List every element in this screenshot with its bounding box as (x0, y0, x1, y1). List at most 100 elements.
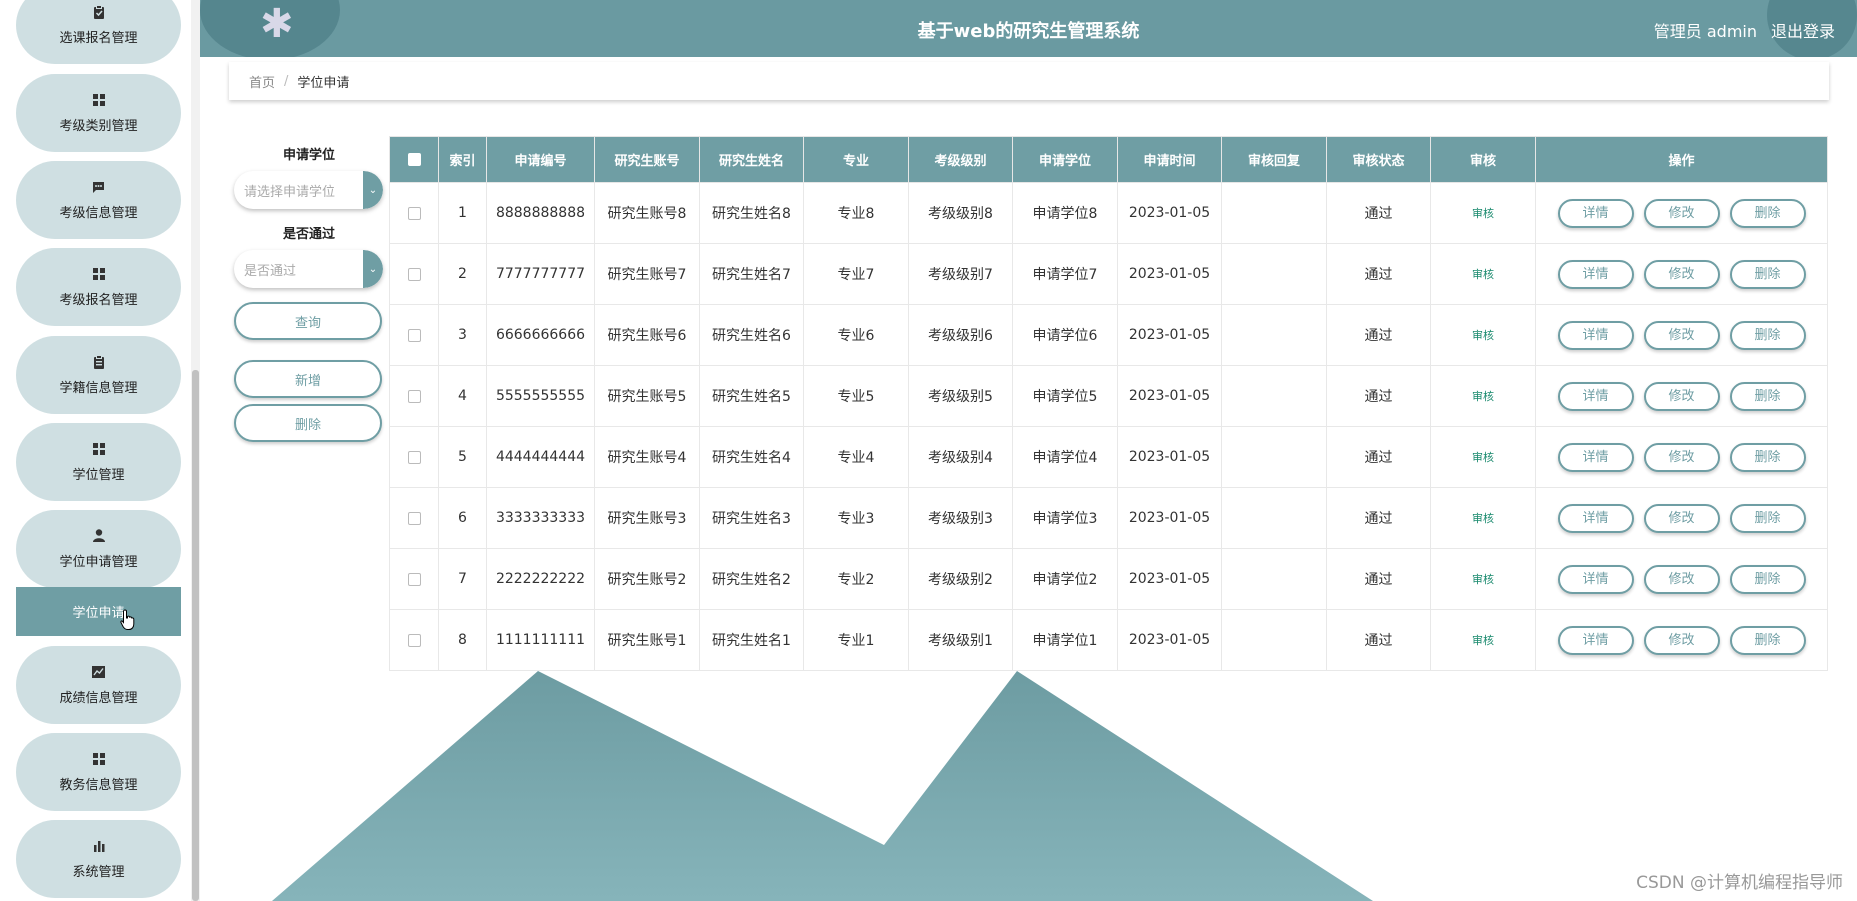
table-row[interactable]: 7 2222222222 研究生账号2 研究生姓名2 专业2 考级级别2 申请学位2 2023… (389, 548, 1828, 610)
delete-button[interactable]: 删除 (1729, 381, 1806, 411)
delete-button[interactable]: 删除 (1729, 198, 1806, 228)
major-cell: 专业8 (803, 182, 909, 244)
audit-status-cell: 通过 (1326, 609, 1431, 671)
detail-button[interactable]: 详情 (1557, 442, 1634, 472)
table-row[interactable]: 4 5555555555 研究生账号5 研究生姓名5 专业5 考级级别5 申请学位5 2023… (389, 365, 1828, 427)
table-row[interactable]: 5 4444444444 研究生账号4 研究生姓名4 专业4 考级级别4 申请学位4 2023… (389, 426, 1828, 488)
sidebar-item-course-registration[interactable]: 选课报名管理 (16, 0, 181, 64)
sidebar-item-academic-affairs[interactable]: 教务信息管理 (16, 733, 181, 811)
sidebar-item-label: 学位申请管理 (59, 554, 138, 570)
table-row[interactable]: 6 3333333333 研究生账号3 研究生姓名3 专业3 考级级别3 申请学位3 2023… (389, 487, 1828, 549)
edit-button[interactable]: 修改 (1643, 381, 1720, 411)
audit-link[interactable]: 审核 (1472, 634, 1494, 647)
column-header[interactable]: 申请学位 (1012, 136, 1118, 183)
column-header[interactable]: 专业 (803, 136, 909, 183)
edit-button[interactable]: 修改 (1643, 259, 1720, 289)
column-header[interactable]: 研究生账号 (594, 136, 700, 183)
breadcrumb-home[interactable]: 首页 (249, 72, 275, 91)
detail-button[interactable]: 详情 (1557, 259, 1634, 289)
batch-delete-button[interactable]: 删除 (234, 404, 382, 442)
audit-status-cell: 通过 (1326, 426, 1431, 488)
delete-button[interactable]: 删除 (1729, 503, 1806, 533)
delete-button[interactable]: 删除 (1729, 564, 1806, 594)
column-header[interactable]: 申请编号 (486, 136, 595, 183)
column-header[interactable]: 考级级别 (908, 136, 1013, 183)
detail-button[interactable]: 详情 (1557, 503, 1634, 533)
sidebar-subitem-degree-application[interactable]: 学位申请 (16, 587, 181, 636)
sidebar-item-exam-registration[interactable]: 考级报名管理 (16, 248, 181, 326)
sidebar-item-exam-info[interactable]: 考级信息管理 (16, 161, 181, 239)
row-checkbox[interactable] (407, 267, 421, 281)
delete-button[interactable]: 删除 (1729, 320, 1806, 350)
edit-button[interactable]: 修改 (1643, 320, 1720, 350)
delete-button[interactable]: 删除 (1729, 625, 1806, 655)
edit-button[interactable]: 修改 (1643, 198, 1720, 228)
major-cell: 专业1 (803, 609, 909, 671)
sidebar-item-system[interactable]: 系统管理 (16, 820, 181, 898)
audit-cell: 审核 (1430, 243, 1536, 305)
row-checkbox[interactable] (407, 389, 421, 403)
audit-link[interactable]: 审核 (1472, 207, 1494, 220)
column-header[interactable]: 审核回复 (1221, 136, 1327, 183)
row-checkbox[interactable] (407, 572, 421, 586)
sidebar-item-label: 学位管理 (72, 467, 125, 483)
row-checkbox-cell (389, 426, 439, 488)
application-number-cell: 7777777777 (486, 243, 595, 305)
grid-icon (92, 442, 106, 456)
detail-button[interactable]: 详情 (1557, 320, 1634, 350)
watermark: CSDN @计算机编程指导师 (1636, 873, 1843, 893)
application-number-cell: 2222222222 (486, 548, 595, 610)
edit-button[interactable]: 修改 (1643, 625, 1720, 655)
row-checkbox[interactable] (407, 450, 421, 464)
column-header[interactable]: 审核状态 (1326, 136, 1431, 183)
edit-button[interactable]: 修改 (1643, 442, 1720, 472)
sidebar-scrollbar-thumb[interactable] (192, 370, 199, 901)
audit-link[interactable]: 审核 (1472, 329, 1494, 342)
detail-button[interactable]: 详情 (1557, 381, 1634, 411)
sidebar-item-score-info[interactable]: 成绩信息管理 (16, 646, 181, 724)
actions-cell: 详情 修改 删除 (1535, 609, 1828, 671)
audit-link[interactable]: 审核 (1472, 451, 1494, 464)
detail-button[interactable]: 详情 (1557, 564, 1634, 594)
table-row[interactable]: 1 8888888888 研究生账号8 研究生姓名8 专业8 考级级别8 申请学位8 2023… (389, 182, 1828, 244)
column-header[interactable]: 索引 (438, 136, 487, 183)
audit-link[interactable]: 审核 (1472, 390, 1494, 403)
column-header[interactable]: 审核 (1430, 136, 1536, 183)
logout-link[interactable]: 退出登录 (1771, 18, 1835, 42)
detail-button[interactable]: 详情 (1557, 625, 1634, 655)
student-name-cell: 研究生姓名6 (699, 304, 804, 366)
sidebar-item-degree[interactable]: 学位管理 (16, 423, 181, 501)
exam-level-cell: 考级级别2 (908, 548, 1013, 610)
audit-reply-cell (1221, 426, 1327, 488)
row-checkbox-cell (389, 182, 439, 244)
degree-select[interactable]: 请选择申请学位 ⌄ (234, 171, 383, 209)
audit-reply-cell (1221, 487, 1327, 549)
column-header[interactable]: 申请时间 (1117, 136, 1222, 183)
row-checkbox[interactable] (407, 328, 421, 342)
major-cell: 专业4 (803, 426, 909, 488)
select-all-checkbox[interactable] (407, 153, 421, 166)
row-checkbox[interactable] (407, 511, 421, 525)
audit-link[interactable]: 审核 (1472, 512, 1494, 525)
edit-button[interactable]: 修改 (1643, 503, 1720, 533)
row-checkbox[interactable] (407, 206, 421, 220)
query-button[interactable]: 查询 (234, 302, 382, 340)
passed-select[interactable]: 是否通过 ⌄ (234, 250, 383, 288)
audit-link[interactable]: 审核 (1472, 573, 1494, 586)
delete-button[interactable]: 删除 (1729, 259, 1806, 289)
table-row[interactable]: 2 7777777777 研究生账号7 研究生姓名7 专业7 考级级别7 申请学位7 2023… (389, 243, 1828, 305)
column-header[interactable]: 研究生姓名 (699, 136, 804, 183)
audit-reply-cell (1221, 548, 1327, 610)
edit-button[interactable]: 修改 (1643, 564, 1720, 594)
add-button[interactable]: 新增 (234, 360, 382, 398)
table-row[interactable]: 3 6666666666 研究生账号6 研究生姓名6 专业6 考级级别6 申请学位6 2023… (389, 304, 1828, 366)
audit-link[interactable]: 审核 (1472, 268, 1494, 281)
table-row[interactable]: 8 1111111111 研究生账号1 研究生姓名1 专业1 考级级别1 申请学位1 2023… (389, 609, 1828, 671)
delete-button[interactable]: 删除 (1729, 442, 1806, 472)
breadcrumb-separator: / (284, 73, 289, 89)
sidebar-item-exam-category[interactable]: 考级类别管理 (16, 74, 181, 152)
row-checkbox[interactable] (407, 633, 421, 647)
sidebar-item-degree-application[interactable]: 学位申请管理 (16, 510, 181, 588)
detail-button[interactable]: 详情 (1557, 198, 1634, 228)
sidebar-item-student-status[interactable]: 学籍信息管理 (16, 336, 181, 414)
